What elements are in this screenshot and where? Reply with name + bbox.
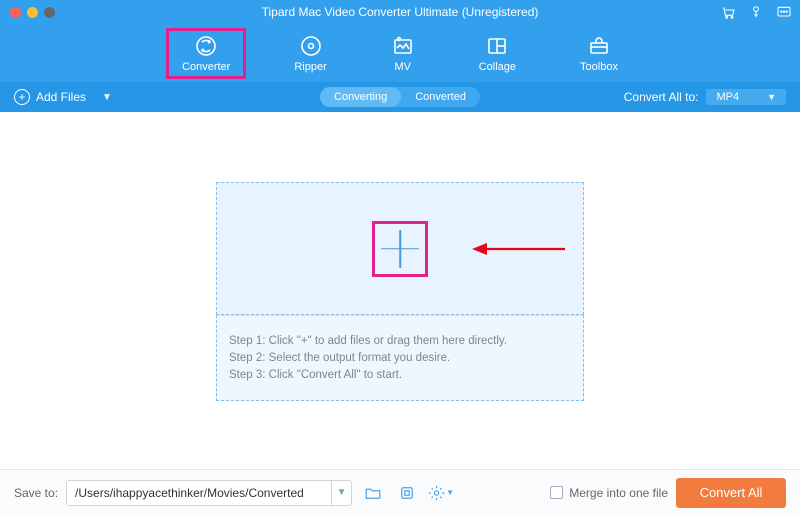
nav-tab-collage[interactable]: Collage [473,30,522,77]
titlebar: Tipard Mac Video Converter Ultimate (Unr… [0,0,800,24]
instruction-steps: Step 1: Click "+" to add files or drag t… [216,315,584,401]
nav-tab-label: Toolbox [580,61,618,73]
save-to-label: Save to: [14,486,58,500]
settings-button[interactable]: ▼ [428,480,454,506]
add-files-button[interactable]: + Add Files ▼ [14,89,112,105]
convert-all-to-label: Convert All to: [624,90,699,104]
main-nav: Converter Ripper MV Collage Toolbox [0,24,800,82]
open-folder-button[interactable] [360,480,386,506]
save-path-field: ▼ [66,480,352,506]
dropzone-container: Step 1: Click "+" to add files or drag t… [216,182,584,459]
checkbox-icon[interactable] [550,486,563,499]
nav-tab-label: Collage [479,61,516,73]
merge-label: Merge into one file [569,486,668,500]
chevron-down-icon: ▼ [767,92,776,102]
nav-tab-toolbox[interactable]: Toolbox [574,30,624,77]
file-dropzone[interactable] [216,182,584,315]
status-tabs: Converting Converted [320,87,480,107]
window-title: Tipard Mac Video Converter Ultimate (Unr… [0,5,800,19]
key-icon[interactable] [748,4,764,20]
toolbar: + Add Files ▼ Converting Converted Conve… [0,82,800,112]
nav-tab-label: Converter [182,61,230,73]
title-right-icons [720,4,792,20]
step-text: Step 3: Click "Convert All" to start. [229,369,571,381]
footer-bar: Save to: ▼ ▼ Merge into one file Convert… [0,469,800,515]
nav-tab-mv[interactable]: MV [385,30,421,77]
cart-icon[interactable] [720,4,736,20]
nav-tab-label: Ripper [294,61,326,73]
save-path-input[interactable] [67,481,331,505]
nav-tab-label: MV [394,61,411,73]
add-file-plus-button[interactable] [381,230,419,268]
content-area: Step 1: Click "+" to add files or drag t… [0,112,800,459]
arrow-annotation [469,239,569,259]
convert-all-button[interactable]: Convert All [676,478,786,508]
selected-format: MP4 [716,91,739,103]
convert-all-to: Convert All to: MP4 ▼ [624,89,786,105]
save-path-dropdown[interactable]: ▼ [331,481,351,505]
gpu-toggle-button[interactable] [394,480,420,506]
feedback-icon[interactable] [776,4,792,20]
tab-converted[interactable]: Converted [401,87,480,107]
step-text: Step 2: Select the output format you des… [229,352,571,364]
chevron-down-icon[interactable]: ▼ [102,92,112,103]
step-text: Step 1: Click "+" to add files or drag t… [229,335,571,347]
output-format-select[interactable]: MP4 ▼ [706,89,786,105]
nav-tab-converter[interactable]: Converter [176,30,236,77]
chevron-down-icon: ▼ [446,488,454,497]
nav-tab-ripper[interactable]: Ripper [288,30,332,77]
plus-icon: + [14,89,30,105]
merge-checkbox[interactable]: Merge into one file [550,486,668,500]
add-files-label: Add Files [36,90,86,104]
tab-converting[interactable]: Converting [320,87,401,107]
